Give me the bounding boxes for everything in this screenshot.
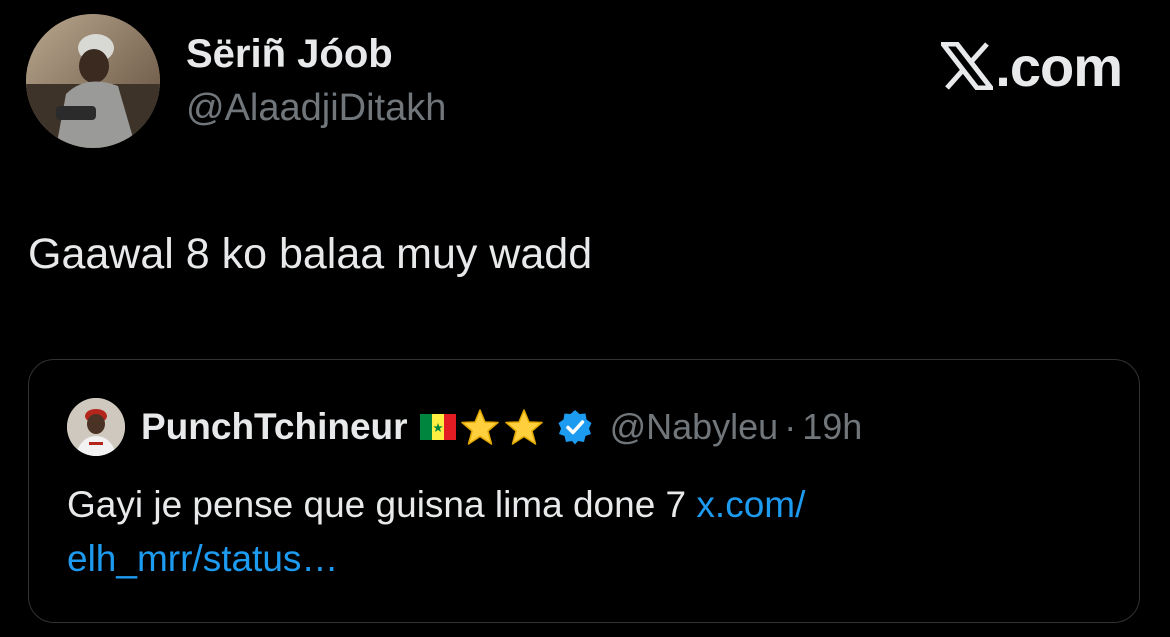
quoted-author-name[interactable]: PunchTchineur	[141, 406, 408, 448]
author-handle[interactable]: @AlaadjiDitakh	[186, 87, 446, 130]
quoted-author-handle[interactable]: @Nabyleu	[610, 406, 779, 448]
quoted-tweet-link-cont[interactable]: elh_mrr/status…	[67, 538, 338, 579]
quoted-tweet-link[interactable]: x.com/	[696, 484, 805, 525]
tweet-text: Gaawal 8 ko balaa muy wadd	[28, 230, 593, 278]
verified-badge-icon	[556, 408, 594, 446]
quoted-tweet-header: PunchTchineur @Nabyleu · 19h	[67, 396, 862, 458]
star-icon	[504, 407, 544, 447]
star-icon	[460, 407, 500, 447]
separator-dot: ·	[784, 406, 797, 447]
author-avatar[interactable]	[26, 14, 160, 148]
x-logo-icon	[941, 42, 994, 90]
site-brand-text: .com	[995, 34, 1123, 98]
quoted-tweet-card[interactable]: PunchTchineur @Nabyleu · 19h Gayi je pen…	[28, 359, 1140, 623]
author-name[interactable]: Sëriñ Jóob	[186, 32, 393, 77]
senegal-flag-icon	[419, 414, 456, 440]
site-brand: .com	[941, 34, 1123, 98]
quoted-tweet-text: Gayi je pense que guisna lima done 7 x.c…	[67, 478, 1097, 586]
quoted-tweet-text-content: Gayi je pense que guisna lima done 7	[67, 484, 697, 525]
quoted-tweet-time[interactable]: 19h	[802, 406, 862, 448]
quoted-author-avatar[interactable]	[67, 398, 125, 456]
